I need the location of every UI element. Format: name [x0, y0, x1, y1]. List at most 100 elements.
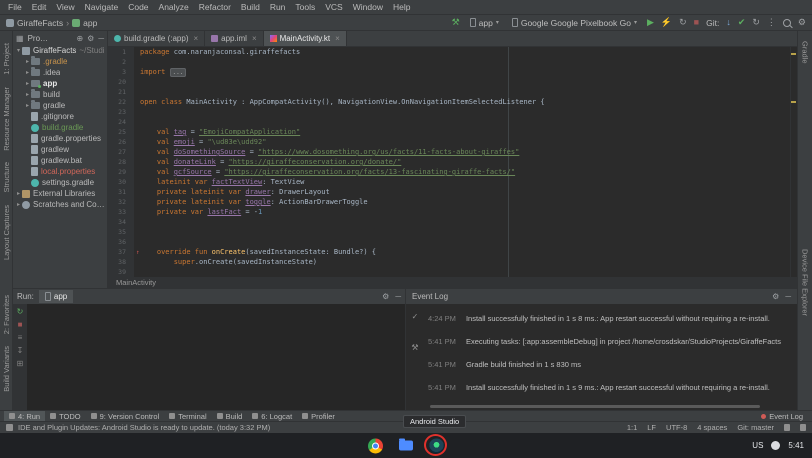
expand-arrow-icon[interactable]: ▸ [24, 91, 31, 98]
status-1-1[interactable]: 1:1 [627, 423, 637, 432]
status-git-master[interactable]: Git: master [737, 423, 774, 432]
apply-changes-icon[interactable]: ⚡ [661, 18, 672, 27]
git-more-icon[interactable]: ⋮ [767, 18, 776, 27]
expand-arrow-icon[interactable]: ▾ [15, 47, 22, 54]
error-stripe[interactable] [790, 47, 797, 277]
notification-icon[interactable] [6, 424, 13, 431]
tool-stripe-build-variants[interactable]: Build Variants [2, 346, 11, 392]
tool-stripe-resource-manager[interactable]: Resource Manager [2, 87, 11, 151]
edit-filters-icon[interactable]: ✓ [412, 312, 419, 321]
menu-tools[interactable]: Tools [290, 2, 320, 12]
tool-stripe-gradle[interactable]: Gradle [801, 41, 810, 64]
settings-gear-icon[interactable]: ⚙ [798, 18, 806, 27]
run-button[interactable]: ▶ [647, 18, 654, 27]
project-panel-title[interactable]: Project [28, 34, 50, 43]
tree-item-local-properties[interactable]: local.properties [13, 166, 107, 177]
tab-mainactivity-kt[interactable]: MainActivity.kt× [264, 31, 347, 46]
chrome-icon[interactable] [368, 438, 383, 453]
bell-icon[interactable] [800, 424, 806, 431]
tab-app-iml[interactable]: app.iml× [205, 31, 263, 46]
run-config-dropdown[interactable]: app ▾ [467, 17, 502, 29]
event-log-gear-icon[interactable]: ⚙ [772, 292, 779, 301]
tree-item-gitignore[interactable]: .gitignore [13, 111, 107, 122]
breadcrumb-project[interactable]: GiraffeFacts [17, 18, 63, 28]
tool-stripe-layout-captures[interactable]: Layout Captures [2, 205, 11, 260]
files-folder-icon[interactable] [399, 441, 413, 451]
build-hammer-icon[interactable]: ⚒ [452, 18, 460, 27]
menu-refactor[interactable]: Refactor [194, 2, 236, 12]
expand-arrow-icon[interactable]: ▸ [24, 69, 31, 76]
expand-arrow-icon[interactable]: ▸ [15, 190, 22, 197]
expand-arrow-icon[interactable]: ▸ [15, 201, 22, 208]
stop-icon[interactable]: ■ [18, 321, 23, 329]
expand-arrow-icon[interactable]: ▸ [24, 80, 31, 87]
panel-settings-gear-icon[interactable]: ⚙ [87, 34, 94, 43]
tree-item-giraffefacts[interactable]: ▾GiraffeFacts~/Studi [13, 45, 107, 56]
tool-button-event-log[interactable]: Event Log [756, 411, 808, 422]
menu-analyze[interactable]: Analyze [154, 2, 194, 12]
menu-navigate[interactable]: Navigate [80, 2, 124, 12]
menu-view[interactable]: View [51, 2, 79, 12]
tree-item-scratches-and-consoles[interactable]: ▸Scratches and Consoles [13, 199, 107, 210]
device-dropdown[interactable]: Google Google Pixelbook Go ▾ [509, 17, 640, 29]
tab-build-gradle-app[interactable]: build.gradle (:app)× [108, 31, 205, 46]
event-log-entries[interactable]: 4:24 PMInstall successfully finished in … [424, 304, 797, 411]
tree-item-external-libraries[interactable]: ▸External Libraries [13, 188, 107, 199]
tree-item-app[interactable]: ▸app [13, 78, 107, 89]
git-commit-icon[interactable]: ✔ [738, 18, 746, 27]
expand-arrow-icon[interactable]: ▸ [24, 102, 31, 109]
menu-help[interactable]: Help [388, 2, 415, 12]
scroll-to-end-icon[interactable]: ↧ [17, 347, 24, 355]
rerun-icon[interactable]: ↻ [17, 308, 24, 316]
tool-button-profiler[interactable]: Profiler [297, 411, 340, 422]
status-4-spaces[interactable]: 4 spaces [697, 423, 727, 432]
clock[interactable]: 5:41 [788, 441, 804, 450]
keyboard-layout-label[interactable]: US [752, 441, 763, 450]
run-options-icon[interactable]: ≡ [18, 334, 23, 342]
close-icon[interactable]: × [252, 34, 257, 43]
menu-file[interactable]: File [3, 2, 27, 12]
tool-button-terminal[interactable]: Terminal [164, 411, 211, 422]
status-utf-8[interactable]: UTF-8 [666, 423, 687, 432]
menu-window[interactable]: Window [348, 2, 388, 12]
tool-stripe-device-file-explorer[interactable]: Device File Explorer [801, 249, 810, 316]
search-icon[interactable] [783, 19, 791, 27]
tool-stripe-1-project[interactable]: 1: Project [2, 43, 11, 75]
breadcrumb-module[interactable]: app [83, 18, 97, 28]
lock-icon[interactable] [784, 424, 790, 431]
hide-panel-icon[interactable]: ─ [98, 34, 104, 43]
tool-button-6-logcat[interactable]: 6: Logcat [247, 411, 297, 422]
tree-item-gradle[interactable]: ▸.gradle [13, 56, 107, 67]
expand-all-icon[interactable]: ⊕ [76, 34, 83, 43]
close-icon[interactable]: × [193, 34, 198, 43]
run-tab-app[interactable]: app [39, 290, 73, 303]
status-lf[interactable]: LF [647, 423, 656, 432]
run-settings-gear-icon[interactable]: ⚙ [382, 292, 389, 301]
tool-button-todo[interactable]: TODO [45, 411, 86, 422]
status-message[interactable]: IDE and Plugin Updates: Android Studio i… [18, 423, 270, 432]
menu-run[interactable]: Run [265, 2, 291, 12]
menu-code[interactable]: Code [123, 2, 153, 12]
build-wrench-icon[interactable]: ⚒ [411, 343, 418, 352]
tool-button-4-run[interactable]: 4: Run [4, 411, 45, 422]
run-console[interactable] [27, 304, 405, 411]
menu-build[interactable]: Build [236, 2, 265, 12]
tree-item-gradlew[interactable]: gradlew [13, 144, 107, 155]
tree-item-gradlew-bat[interactable]: gradlew.bat [13, 155, 107, 166]
tree-item-gradle-properties[interactable]: gradle.properties [13, 133, 107, 144]
git-rollback-icon[interactable]: ↻ [752, 18, 760, 27]
clear-console-icon[interactable]: ⊞ [17, 360, 24, 368]
close-icon[interactable]: × [335, 34, 340, 43]
tree-item-gradle[interactable]: ▸gradle [13, 100, 107, 111]
tree-item-settings-gradle[interactable]: settings.gradle [13, 177, 107, 188]
hide-panel-icon[interactable]: ─ [395, 292, 401, 301]
code-editor[interactable]: 1package com.naranjaconsal.giraffefacts2… [108, 47, 797, 277]
tool-stripe-2-favorites[interactable]: 2: Favorites [2, 295, 11, 334]
stop-icon[interactable]: ■ [694, 18, 699, 27]
tool-stripe-structure[interactable]: Structure [2, 162, 11, 192]
debug-icon[interactable]: ↻ [679, 18, 687, 27]
tool-button-9-version-control[interactable]: 9: Version Control [86, 411, 165, 422]
tree-item-idea[interactable]: ▸.idea [13, 67, 107, 78]
expand-arrow-icon[interactable]: ▸ [24, 58, 31, 65]
editor-breadcrumb[interactable]: MainActivity [116, 278, 156, 287]
